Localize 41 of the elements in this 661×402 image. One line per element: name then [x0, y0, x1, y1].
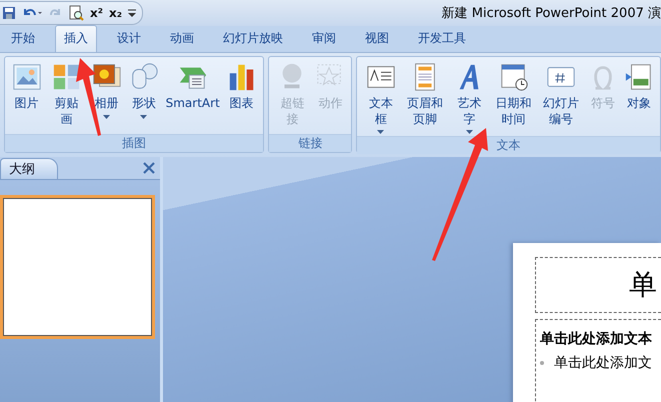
preview-button[interactable] — [68, 5, 84, 21]
save-icon — [2, 6, 16, 20]
chart-ribbon-button[interactable]: 图表 — [224, 59, 260, 134]
ribbon-tab[interactable]: 插入 — [55, 25, 97, 52]
format-button[interactable]: x² — [90, 6, 103, 20]
clipart-ribbon-button[interactable]: 剪贴画 — [46, 59, 88, 134]
group-label: 插图 — [5, 134, 264, 152]
wordart-ribbon-button[interactable]: 艺术字 — [450, 59, 489, 136]
dropdown-caret-icon — [140, 114, 148, 119]
slide-thumbnail[interactable] — [0, 195, 155, 339]
bullet-icon — [540, 361, 544, 365]
ribbon-tab[interactable]: 审阅 — [303, 25, 345, 52]
save-button[interactable] — [2, 6, 16, 20]
customize-caret-icon — [128, 8, 136, 18]
group-label: 链接 — [269, 134, 352, 152]
ribbon-tab[interactable]: 动画 — [161, 25, 203, 52]
content-placeholder[interactable]: 单击此处添加文本 单击此处添加文 — [535, 319, 661, 402]
window-title: 新建 Microsoft PowerPoint 2007 演 — [442, 5, 661, 22]
dropdown-caret-icon — [103, 114, 110, 119]
ribbon-tab[interactable]: 开始 — [2, 25, 44, 52]
title-placeholder[interactable]: 单 — [629, 266, 657, 304]
print-preview-icon — [68, 5, 84, 21]
ribbon-tab[interactable]: 设计 — [108, 25, 150, 52]
slidenumber-ribbon-button[interactable]: 幻灯片编号 — [538, 59, 584, 136]
smartart-ribbon-button[interactable]: SmartArt — [163, 59, 222, 134]
format-button[interactable]: x₂ — [109, 6, 122, 20]
textbox-ribbon-button[interactable]: 文本框 — [361, 59, 400, 136]
ribbon-tab[interactable]: 幻灯片放映 — [214, 25, 292, 52]
ribbon-tab[interactable]: 视图 — [356, 25, 398, 52]
picture-ribbon-button[interactable]: 图片 — [9, 59, 44, 134]
object-ribbon-button[interactable]: 对象 — [622, 59, 656, 136]
close-icon[interactable] — [143, 162, 155, 174]
outline-tab[interactable]: 大纲 — [0, 158, 58, 179]
ribbon-tab[interactable]: 开发工具 — [409, 25, 475, 52]
placeholder-text: 单击此处添加文 — [554, 354, 652, 372]
placeholder-heading: 单击此处添加文本 — [540, 330, 653, 348]
header-ribbon-button[interactable]: 页眉和页脚 — [402, 59, 448, 136]
customize-button[interactable] — [128, 8, 136, 18]
datetime-ribbon-button[interactable]: 日期和时间 — [490, 59, 536, 136]
group-label: 文本 — [357, 136, 660, 154]
shapes-ribbon-button[interactable]: 形状 — [126, 59, 162, 134]
